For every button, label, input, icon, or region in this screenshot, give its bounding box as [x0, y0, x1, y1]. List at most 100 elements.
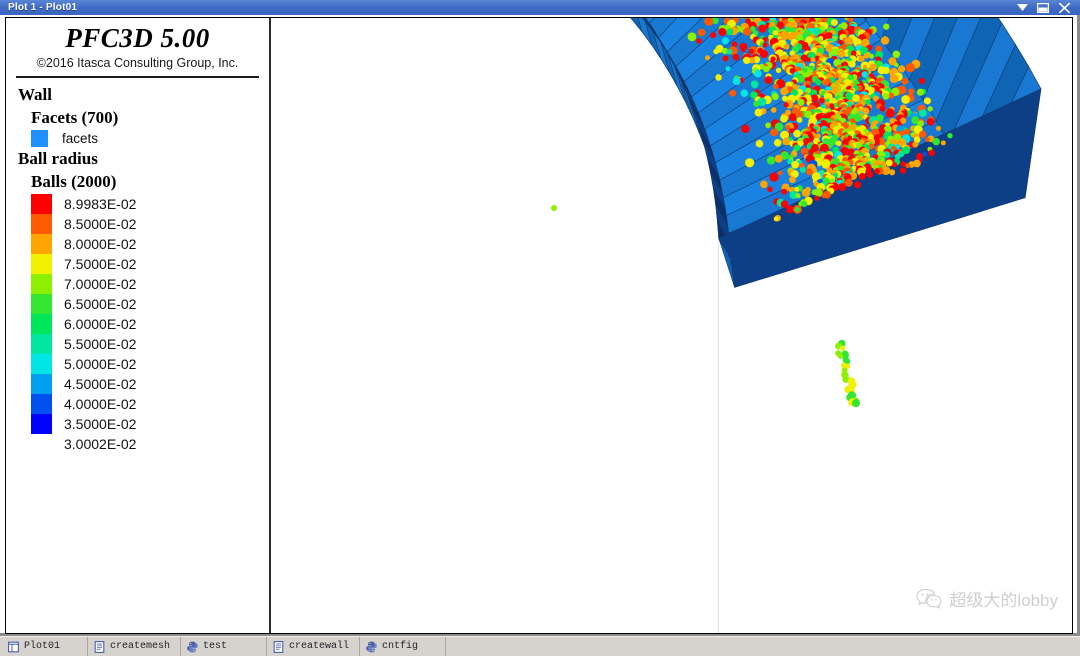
- ball-particle: [764, 76, 773, 85]
- ball-particle: [852, 94, 860, 103]
- document-icon: [273, 640, 284, 653]
- ball-particle: [780, 87, 789, 96]
- colorbar-value-label: 6.0000E-02: [64, 316, 137, 333]
- colorbar-swatch: [31, 354, 52, 375]
- window-titlebar[interactable]: Plot 1 - Plot01: [0, 0, 1080, 15]
- ball-particle: [869, 63, 877, 72]
- ball-particle: [819, 97, 825, 104]
- ball-particle: [837, 49, 846, 58]
- ball-particle: [783, 102, 789, 108]
- ball-particle: [726, 28, 734, 36]
- ball-particle: [866, 171, 874, 178]
- colorbar-row: 6.5000E-02: [31, 294, 269, 315]
- ball-particle: [745, 158, 755, 168]
- colorbar-row: 8.5000E-02: [31, 214, 269, 235]
- ball-particle: [925, 137, 930, 142]
- ball-particle: [781, 188, 788, 195]
- ball-particle: [780, 114, 788, 123]
- ball-particle: [894, 62, 899, 68]
- ball-particle: [782, 137, 791, 146]
- colorbar-row: 7.5000E-02: [31, 254, 269, 275]
- legend-body: Wall Facets (700) facets Ball radius Bal…: [6, 78, 269, 454]
- ball-particle: [912, 141, 919, 148]
- ball-particle: [858, 55, 865, 62]
- ball-particle: [551, 205, 557, 211]
- colorbar-swatch: [31, 234, 52, 255]
- facets-label: facets: [62, 131, 99, 147]
- plot-frame: PFC3D 5.00 ©2016 Itasca Consulting Group…: [5, 17, 1073, 634]
- legend-heading-wall: Wall: [18, 85, 53, 105]
- legend-heading-balls: Balls (2000): [31, 171, 117, 191]
- colorbar-swatch: [31, 394, 52, 415]
- ball-particle: [923, 97, 931, 105]
- legend-heading-ball-radius: Ball radius: [18, 149, 98, 169]
- ball-particle: [801, 188, 811, 197]
- colorbar-value-label: 4.5000E-02: [64, 376, 137, 393]
- ball-particle: [905, 163, 911, 169]
- colorbar-row: 7.0000E-02: [31, 274, 269, 295]
- ball-particle: [732, 53, 740, 61]
- ball-particle: [795, 193, 801, 199]
- ball-particle: [882, 66, 890, 75]
- ball-particle: [769, 172, 779, 182]
- pfc3d-plot-window: Plot 1 - Plot01 PFC3D 5.00 ©2016 Itasca …: [0, 0, 1080, 656]
- ball-particle: [885, 108, 895, 118]
- taskbar-item[interactable]: createmesh: [88, 637, 182, 656]
- ball-particle: [771, 93, 779, 101]
- ball-particle: [789, 176, 796, 184]
- colorbar-value-label: 7.5000E-02: [64, 256, 137, 273]
- colorbar-value-label: 8.5000E-02: [64, 216, 137, 233]
- ball-particle: [729, 89, 737, 97]
- ball-particle: [905, 63, 915, 73]
- taskbar-item[interactable]: cntfig: [360, 637, 447, 656]
- taskbar-item[interactable]: createwall: [267, 637, 361, 656]
- ball-particle: [762, 42, 768, 48]
- colorbar-row: 5.0000E-02: [31, 354, 269, 375]
- ball-particle: [726, 48, 733, 55]
- ball-particle: [919, 130, 927, 138]
- colorbar-value-label: 3.0002E-02: [64, 436, 137, 453]
- ball-particle: [892, 162, 898, 168]
- ball-particle: [868, 53, 875, 59]
- ball-particle: [791, 160, 799, 169]
- taskbar-item[interactable]: Plot01: [2, 637, 88, 656]
- ball-particle: [861, 71, 869, 78]
- brand-copyright: ©2016 Itasca Consulting Group, Inc.: [36, 56, 239, 71]
- ball-particle: [885, 159, 893, 167]
- ball-particle: [722, 55, 729, 62]
- ball-particle: [928, 149, 935, 157]
- legend-row-facets: facets: [18, 129, 269, 148]
- colorbar-row: 3.0002E-02: [31, 434, 269, 454]
- restore-button[interactable]: [1037, 2, 1049, 13]
- ball-particle: [899, 167, 907, 174]
- close-button[interactable]: [1058, 2, 1070, 13]
- taskbar-item-label: createwall: [289, 641, 350, 652]
- ball-particle: [889, 169, 896, 176]
- ball-particle: [766, 156, 776, 165]
- ball-particle: [796, 117, 803, 123]
- ball-particle: [777, 170, 783, 176]
- ball-particle: [743, 56, 751, 65]
- colorbar-swatch: [31, 214, 52, 235]
- taskbar-item-label: test: [203, 641, 228, 652]
- ball-particle: [815, 133, 821, 139]
- ball-particle: [713, 48, 719, 55]
- ball-particle: [918, 77, 925, 84]
- ball-particle: [740, 47, 746, 53]
- ball-particle: [765, 122, 772, 129]
- colorbar-swatch: [31, 274, 52, 295]
- taskbar-item[interactable]: test: [181, 637, 268, 656]
- ball-particle: [750, 80, 759, 89]
- ball-particle: [740, 89, 749, 98]
- ball-particle: [848, 60, 856, 68]
- ball-particle: [900, 161, 906, 167]
- ball-particle: [891, 145, 897, 151]
- 3d-plot-viewport[interactable]: [273, 18, 1072, 633]
- ball-particle: [916, 88, 924, 96]
- taskbar-item-label: Plot01: [24, 641, 61, 652]
- ball-particle: [883, 23, 890, 30]
- ball-particle: [830, 19, 838, 26]
- ball-particle: [774, 154, 783, 163]
- window-controls: [1016, 2, 1076, 13]
- minimize-button[interactable]: [1016, 2, 1028, 13]
